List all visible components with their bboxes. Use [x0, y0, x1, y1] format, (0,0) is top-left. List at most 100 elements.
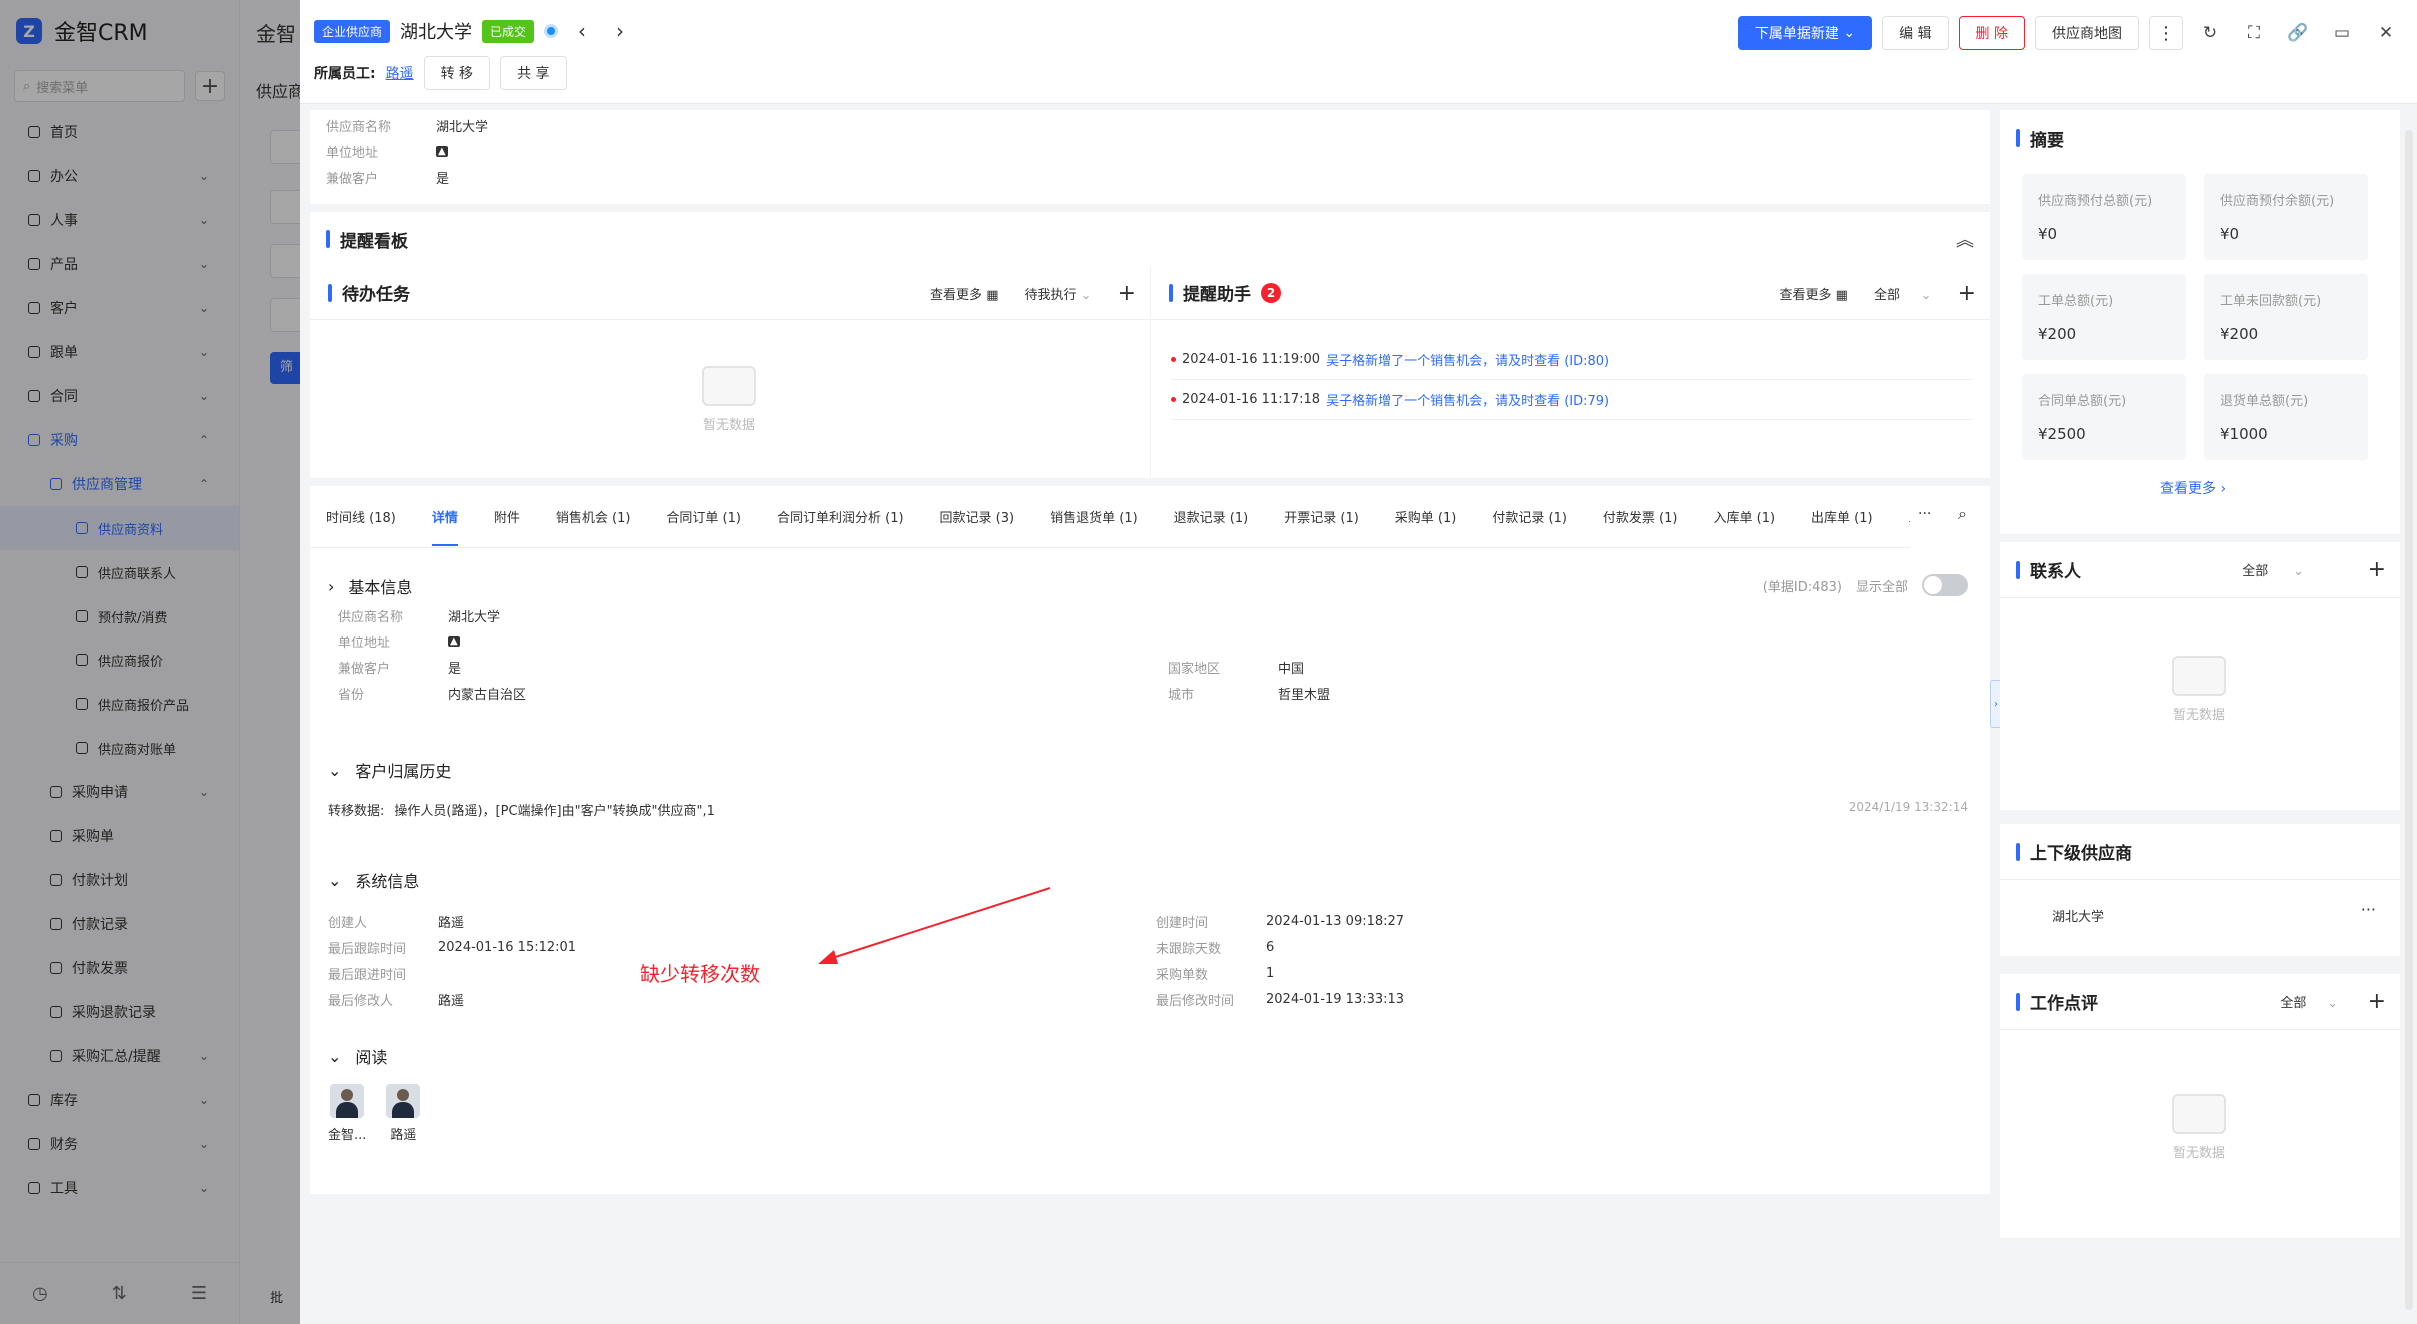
chevron-down-icon[interactable]: ⌄	[328, 1047, 341, 1066]
summary-more-link[interactable]: 查看更多 ›	[2160, 478, 2226, 498]
tab-item[interactable]: 入库单 (1)	[1713, 507, 1775, 526]
todo-filter-select[interactable]: 待我执行 ⌄	[1025, 284, 1092, 303]
tab-item[interactable]: 销售机会 (1)	[556, 507, 631, 526]
location-icon[interactable]: ▲	[448, 635, 460, 647]
field-row: 创建时间 2024-01-13 09:18:27	[1156, 908, 1856, 934]
field-label: 供应商名称	[326, 119, 392, 135]
empty-box-icon	[702, 366, 756, 406]
stat-value: ¥200	[2220, 325, 2259, 343]
board-panels: 待办任务 查看更多 ▦ 待我执行 ⌄ + 暂无数据 提醒助手 2 查看更多 ▦	[310, 266, 1990, 478]
field-value: 是	[436, 171, 450, 187]
owner-label: 所属员工:	[314, 66, 376, 82]
assistant-panel: 提醒助手 2 查看更多 ▦ 全部 ⌄ + 2024-01-16 11:19:00 吴…	[1151, 266, 1990, 478]
supplier-map-button[interactable]: 供应商地图	[2035, 16, 2139, 50]
more-icon[interactable]: ···	[2361, 900, 2376, 919]
reminder-link[interactable]: 吴子格新增了一个销售机会，请及时查看 (ID:80)	[1326, 350, 1609, 369]
collapse-icon[interactable]: ︽	[1956, 226, 1974, 252]
tab-item[interactable]: 出库单 (1)	[1811, 507, 1873, 526]
chevron-down-icon[interactable]: ⌄	[328, 871, 341, 890]
empty-box-icon	[2172, 656, 2226, 696]
field-row: 单位地址 ▲	[326, 138, 1974, 164]
reminder-time: 2024-01-16 11:17:18	[1182, 392, 1321, 407]
more-actions-icon[interactable]: ⋮	[2149, 16, 2183, 50]
tab-item[interactable]: 采购单 (1)	[1395, 507, 1457, 526]
add-contact-icon[interactable]: +	[2368, 557, 2386, 582]
field-label: 最后修改时间	[1156, 993, 1235, 1009]
read-title: 阅读	[355, 1048, 388, 1067]
field-row: 最后修改人 路遥	[328, 986, 1028, 1012]
tabs-more-icon[interactable]: ···	[1918, 506, 1931, 522]
summary-stat: 供应商预付余额(元) ¥0	[2204, 174, 2368, 260]
close-icon[interactable]: ✕	[2369, 16, 2403, 50]
field-label: 未跟踪天数	[1156, 941, 1222, 957]
share-button[interactable]: 共 享	[500, 56, 567, 90]
refresh-icon[interactable]: ↻	[2193, 16, 2227, 50]
field-label: 兼做客户	[326, 171, 379, 187]
add-review-icon[interactable]: +	[2368, 989, 2386, 1014]
summary-card: 摘要 供应商预付总额(元) ¥0 供应商预付余额(元) ¥0 工单总额(元) ¥200 工单…	[2000, 110, 2400, 534]
reader[interactable]: 路遥	[386, 1084, 421, 1143]
reader[interactable]: 金智...	[328, 1084, 366, 1143]
transfer-button[interactable]: 转 移	[423, 56, 491, 90]
status-badge: 已成交	[482, 19, 535, 43]
tab-item[interactable]: 付款记录 (1)	[1492, 507, 1567, 526]
window-icon[interactable]: ▭	[2325, 16, 2359, 50]
tab-item[interactable]: 合同订单利润分析 (1)	[777, 507, 904, 526]
tab-item[interactable]: 合同订单 (1)	[666, 507, 741, 526]
field-value: 2024-01-16 15:12:01	[438, 939, 577, 955]
show-all-label: 显示全部	[1855, 579, 1908, 595]
delete-button[interactable]: 删 除	[1958, 16, 2025, 50]
owner-link[interactable]: 路遥	[386, 63, 414, 83]
tab-item[interactable]: 销售退货单 (1)	[1050, 507, 1138, 526]
scrollbar[interactable]	[2405, 130, 2413, 1310]
location-icon[interactable]: ▲	[436, 145, 448, 157]
show-all-toggle[interactable]	[1922, 574, 1968, 596]
modal-mask[interactable]	[0, 0, 300, 1324]
tab-item[interactable]: 付款发票 (1)	[1603, 507, 1678, 526]
stat-label: 工单总额(元)	[2038, 294, 2114, 309]
stat-value: ¥0	[2220, 225, 2240, 243]
tab-item[interactable]: 退款记录 (1)	[1174, 507, 1249, 526]
reader-name: 金智...	[328, 1128, 367, 1143]
link-icon[interactable]: 🔗	[2281, 16, 2315, 50]
reminder-time: 2024-01-16 11:19:00	[1182, 352, 1321, 367]
history-title: 客户归属历史	[355, 762, 452, 781]
chevron-down-icon[interactable]: ⌄	[328, 761, 341, 780]
field-value: 路遥	[438, 993, 465, 1009]
reminder-link[interactable]: 吴子格新增了一个销售机会，请及时查看 (ID:79)	[1326, 390, 1609, 409]
reminder-item[interactable]: 2024-01-16 11:17:18 吴子格新增了一个销售机会，请及时查看 (I…	[1171, 380, 1972, 420]
field-label: 最后跟进时间	[328, 967, 407, 983]
reminder-item[interactable]: 2024-01-16 11:19:00 吴子格新增了一个销售机会，请及时查看 (I…	[1171, 340, 1972, 380]
contacts-card: 联系人 全部 ⌄ + 暂无数据	[2000, 542, 2400, 810]
tab-item[interactable]: 工单管	[1909, 507, 1910, 526]
prev-record-icon[interactable]: ‹	[568, 19, 596, 43]
field-label: 省份	[338, 687, 365, 703]
supplier-type-badge: 企业供应商	[314, 19, 391, 43]
next-record-icon[interactable]: ›	[606, 19, 634, 43]
add-todo-icon[interactable]: +	[1118, 281, 1136, 306]
unread-dot-icon	[1171, 397, 1176, 402]
parent-supplier-item[interactable]: 湖北大学	[2052, 906, 2104, 925]
search-icon[interactable]: ⌕	[1958, 504, 1967, 524]
new-sub-doc-button[interactable]: 下属单据新建 ⌄	[1737, 16, 1873, 50]
field-value: 内蒙古自治区	[448, 687, 527, 703]
annotation-arrow	[818, 887, 1051, 964]
assistant-filter-select[interactable]: 全部 ⌄	[1874, 284, 1932, 303]
add-reminder-icon[interactable]: +	[1958, 281, 1976, 306]
tab-item[interactable]: 时间线 (18)	[326, 507, 396, 526]
edit-button[interactable]: 编 辑	[1882, 16, 1949, 50]
assistant-more-link[interactable]: 查看更多 ▦	[1780, 284, 1848, 303]
contacts-filter-select[interactable]: 全部 ⌄	[2242, 560, 2304, 579]
chevron-right-icon[interactable]: ›	[328, 577, 334, 596]
tab-item[interactable]: 附件	[494, 507, 520, 526]
stat-label: 工单未回款额(元)	[2220, 294, 2322, 309]
field-label: 创建时间	[1156, 915, 1209, 931]
tab-item[interactable]: 详情	[431, 507, 458, 546]
info-icon[interactable]	[544, 24, 559, 38]
todo-more-link[interactable]: 查看更多 ▦	[930, 284, 998, 303]
tab-item[interactable]: 开票记录 (1)	[1284, 507, 1359, 526]
review-filter-select[interactable]: 全部 ⌄	[2280, 992, 2338, 1011]
fullscreen-icon[interactable]: ⛶	[2237, 16, 2271, 50]
reminder-list: 2024-01-16 11:19:00 吴子格新增了一个销售机会，请及时查看 (I…	[1151, 320, 1990, 420]
tab-item[interactable]: 回款记录 (3)	[940, 507, 1015, 526]
